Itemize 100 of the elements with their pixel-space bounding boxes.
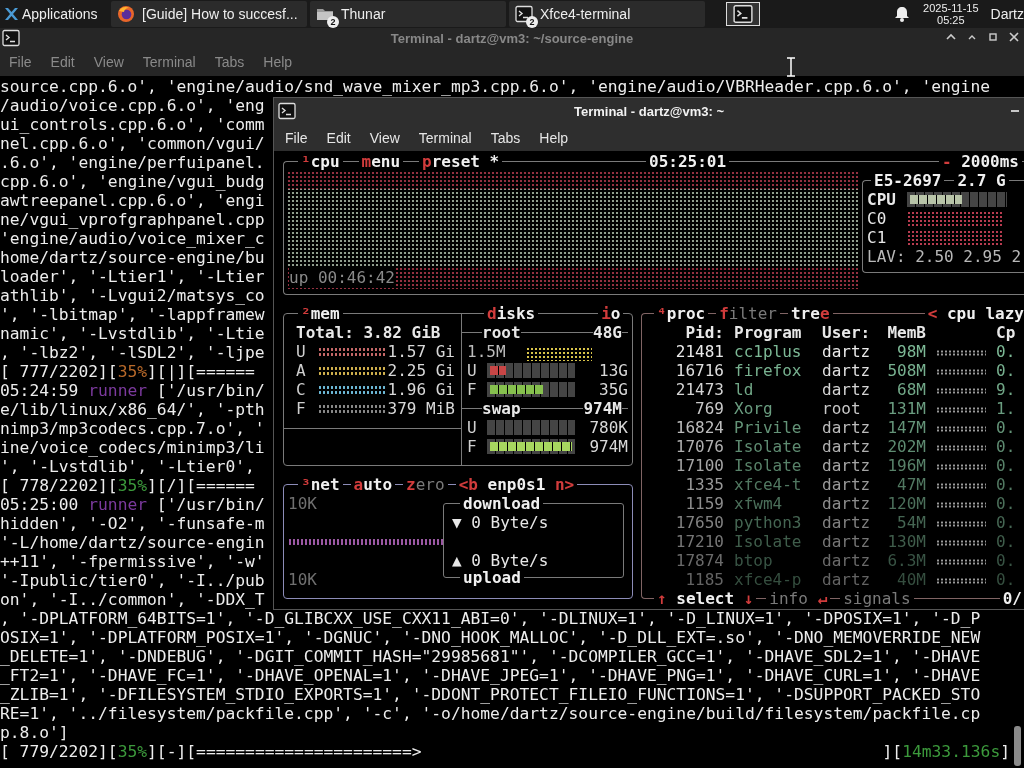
terminal-line: p.8.o'] (0, 723, 69, 742)
table-cell-text: dartz (822, 570, 872, 589)
memory-value: 1.96 Gi (386, 380, 455, 399)
menu-item[interactable]: Edit (326, 130, 351, 146)
table-cell-text: dartz (822, 532, 872, 551)
table-cell-text: dartz (822, 437, 872, 456)
table-cell-text: 17650 (674, 513, 724, 532)
menu-item[interactable]: Help (263, 54, 293, 70)
menu-item[interactable]: Tabs (490, 130, 521, 146)
terminal-line: athlib', '-Lvgui2/matsys_co (0, 286, 265, 305)
menu-item[interactable]: File (9, 54, 32, 70)
box-title: < cpu lazy (924, 304, 1024, 323)
menu-item[interactable]: Help (539, 130, 569, 146)
scrollbar-thumb[interactable] (1014, 726, 1021, 766)
taskbar-button[interactable]: [Guide] How to succesf... (111, 1, 307, 27)
app-menu-icon (3, 6, 19, 22)
table-cell-text: 0. (996, 361, 1017, 380)
disk-value: 13G (598, 361, 628, 380)
memory-value: 1.57 Gi (386, 342, 455, 361)
menu-item[interactable]: Terminal (418, 130, 472, 146)
terminal-line: on', '-I../common', '-DDX_T (0, 590, 265, 609)
table-cell-text: cc1plus (734, 342, 803, 361)
table-cell-text: 130M (886, 532, 926, 551)
disk-value: 35G (598, 380, 628, 399)
memory-label: F (296, 399, 307, 418)
terminal-icon (733, 4, 753, 24)
io-graph (525, 347, 592, 361)
volume-name: swap (482, 399, 521, 418)
meter-label: U (467, 361, 478, 380)
table-cell-text: 54M (896, 513, 926, 532)
bell-icon[interactable] (895, 6, 910, 22)
download-rate: ▼ 0 Byte/s (452, 513, 550, 532)
table-cell-text: 1159 (684, 494, 724, 513)
workspace-button[interactable] (726, 2, 760, 26)
menu-item[interactable]: View (93, 54, 124, 70)
date-text: 2025-11-15 (923, 2, 979, 14)
table-cell-text: dartz (822, 361, 872, 380)
table-cell-text: Isolate (734, 437, 803, 456)
table-cell-text: Xorg (734, 399, 774, 418)
cpu-sparkline (936, 426, 986, 432)
terminal-icon (2, 29, 20, 47)
table-cell-text: root (822, 399, 862, 418)
terminal-line: , '-DPLATFORM_64BITS=1', '-D_GLIBCXX_USE_CXX11_ABI=0', '-DLINUX=1', '-D_LINUX=1', '-DPOSIX=1', '-D_P (0, 609, 981, 628)
terminal-line: 05:24:59 runner ['/usr/bin/ (0, 381, 265, 400)
box-title: <b enp0s1 n> (455, 475, 578, 494)
box-title: preset * (419, 152, 503, 171)
table-cell-text: 17210 (674, 532, 724, 551)
io-rate-text: 1.5M (467, 342, 506, 361)
meter-label: F (467, 437, 478, 456)
terminal-line: _DELETE=1', '-DNDEBUG', '-DGIT_COMMIT_HASH="29985681"', '-DCOMPILER_GCC=1', '-DHAVE_SDL2=1', '-DHAVE (0, 647, 981, 666)
column-header[interactable]: MemB (884, 323, 926, 342)
taskbar-button[interactable]: 2 Thunar (310, 1, 506, 27)
table-cell-text: dartz (822, 342, 872, 361)
close-icon[interactable] (1008, 31, 1020, 43)
column-header[interactable]: Pid: (642, 323, 724, 342)
box-title: signals (840, 589, 914, 608)
menu-item[interactable]: File (285, 130, 308, 146)
menu-item[interactable]: Tabs (214, 54, 245, 70)
terminal-line: 05:25:00 runner ['/usr/bin/ (0, 495, 265, 514)
terminal-line: 'engine/audio/voice_mixer_c (0, 229, 265, 248)
terminal-line: ui_controls.cpp.6.o', 'comm (0, 115, 265, 134)
table-cell-text: ld (734, 380, 755, 399)
disk-value: 780K (588, 418, 628, 437)
menu-item[interactable]: Edit (50, 54, 75, 70)
cpu-sparkline (936, 578, 986, 584)
terminal-line: ne/vgui_vprofgraphpanel.cpp (0, 210, 265, 229)
table-cell-text: 0. (996, 342, 1017, 361)
scale-label: 10K (288, 494, 318, 513)
meter-label: F (467, 380, 478, 399)
maximize-icon[interactable] (987, 31, 999, 43)
browser-icon (117, 5, 135, 23)
total-memory-text: Total: 3.82 GiB (296, 323, 441, 342)
table-cell-text: Privile (734, 418, 803, 437)
menu-item[interactable]: Terminal (142, 54, 196, 70)
table-cell-text: 202M (886, 437, 926, 456)
cpu-sparkline (936, 407, 986, 413)
table-cell-text: Isolate (734, 532, 803, 551)
column-header[interactable]: User: (822, 323, 874, 342)
window-title: Terminal - dartz@vm3: ~ (573, 104, 725, 119)
terminal-line: namic', '-Lvstdlib', '-Ltie (0, 324, 265, 343)
column-header[interactable]: Program (734, 323, 812, 342)
taskbar-button[interactable]: 2 Xfce4-terminal (509, 1, 705, 27)
table-cell-text: python3 (734, 513, 803, 532)
terminal-line: awtreepanel.cpp.6.o', 'engi (0, 191, 265, 210)
user-name[interactable]: Dartz (990, 6, 1024, 22)
terminal-line: .6.o', 'engine/perfuipanel. (0, 153, 265, 172)
table-cell-text: 1. (996, 399, 1017, 418)
terminal-line: '-L/home/dartz/source-engin (0, 533, 265, 552)
menu-item[interactable]: View (369, 130, 400, 146)
applications-menu[interactable]: Applications (0, 0, 111, 28)
terminal-line: RE=1', '../filesystem/packfile.cpp', '-c', '-o/home/dartz/source-engine/build/filesystem/packfile.cp (0, 704, 981, 723)
terminal-line: e/lib/linux/x86_64/', '-pth (0, 400, 265, 419)
terminal-line: ++11', '-fpermissive', '-w' (0, 552, 265, 571)
table-cell-text: xfwm4 (734, 494, 784, 513)
table-cell-text: 147M (886, 418, 926, 437)
volume-size: 48G (593, 323, 622, 342)
table-cell-text: 0. (996, 570, 1017, 589)
table-cell-text: 17100 (674, 456, 724, 475)
memory-value: 379 MiB (386, 399, 455, 418)
column-header[interactable]: Cp (996, 323, 1024, 342)
